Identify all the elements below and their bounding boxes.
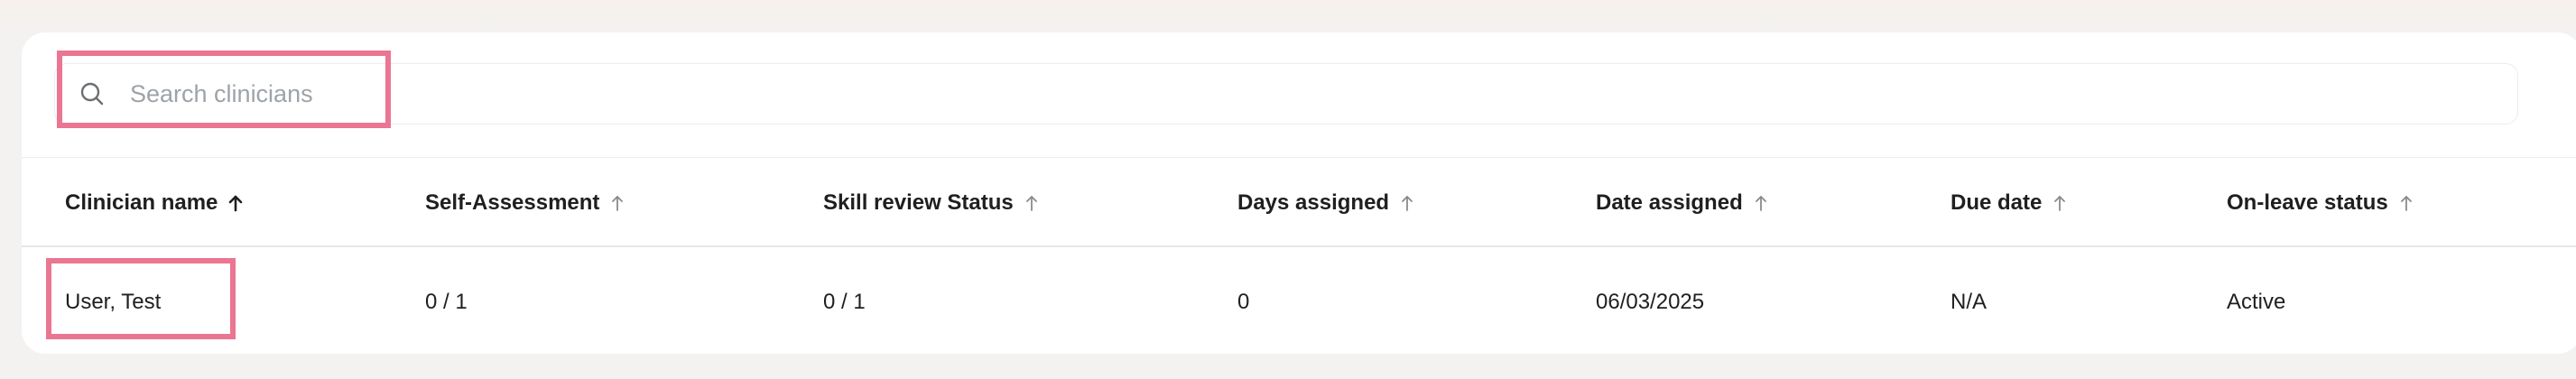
- cell-skill-review-status: 0 / 1: [823, 290, 866, 314]
- column-header-label: Self-Assessment: [425, 190, 600, 215]
- column-header-label: On-leave status: [2227, 190, 2388, 215]
- column-header-date-assigned[interactable]: Date assigned: [1596, 188, 1770, 218]
- column-header-label: Days assigned: [1237, 190, 1390, 215]
- column-header-label: Skill review Status: [823, 190, 1014, 215]
- sort-arrow-up-icon[interactable]: [1752, 193, 1770, 213]
- column-header-on-leave-status[interactable]: On-leave status: [2227, 188, 2415, 218]
- cell-days-assigned: 0: [1237, 290, 1250, 314]
- cell-on-leave-status: Active: [2227, 290, 2286, 314]
- sort-arrow-up-icon[interactable]: [2397, 193, 2415, 213]
- sort-arrow-up-icon[interactable]: [2051, 193, 2069, 213]
- top-band: [0, 0, 2576, 31]
- search-icon: [78, 79, 107, 108]
- column-header-label: Date assigned: [1596, 190, 1743, 215]
- cell-self-assessment: 0 / 1: [425, 290, 468, 314]
- column-header-due-date[interactable]: Due date: [1951, 188, 2069, 218]
- cell-date-assigned: 06/03/2025: [1596, 290, 1705, 314]
- column-header-self-assessment[interactable]: Self-Assessment: [425, 188, 626, 218]
- cell-due-date: N/A: [1951, 290, 1988, 314]
- sort-arrow-up-icon[interactable]: [608, 193, 626, 213]
- column-header-label: Clinician name: [65, 190, 218, 215]
- column-header-clinician-name[interactable]: Clinician name: [65, 188, 245, 218]
- divider: [22, 157, 2576, 158]
- search-input[interactable]: [130, 79, 762, 108]
- column-header-skill-review-status[interactable]: Skill review Status: [823, 188, 1041, 218]
- clinicians-table-card: Clinician name Self-Assessment Skill rev…: [22, 32, 2576, 354]
- column-header-label: Due date: [1951, 190, 2043, 215]
- sort-arrow-up-icon[interactable]: [1398, 193, 1416, 213]
- cell-clinician-name[interactable]: User, Test: [65, 287, 161, 318]
- sort-arrow-up-icon[interactable]: [227, 193, 245, 213]
- column-header-days-assigned[interactable]: Days assigned: [1237, 188, 1416, 218]
- sort-arrow-up-icon[interactable]: [1023, 193, 1041, 213]
- header-divider: [22, 245, 2576, 247]
